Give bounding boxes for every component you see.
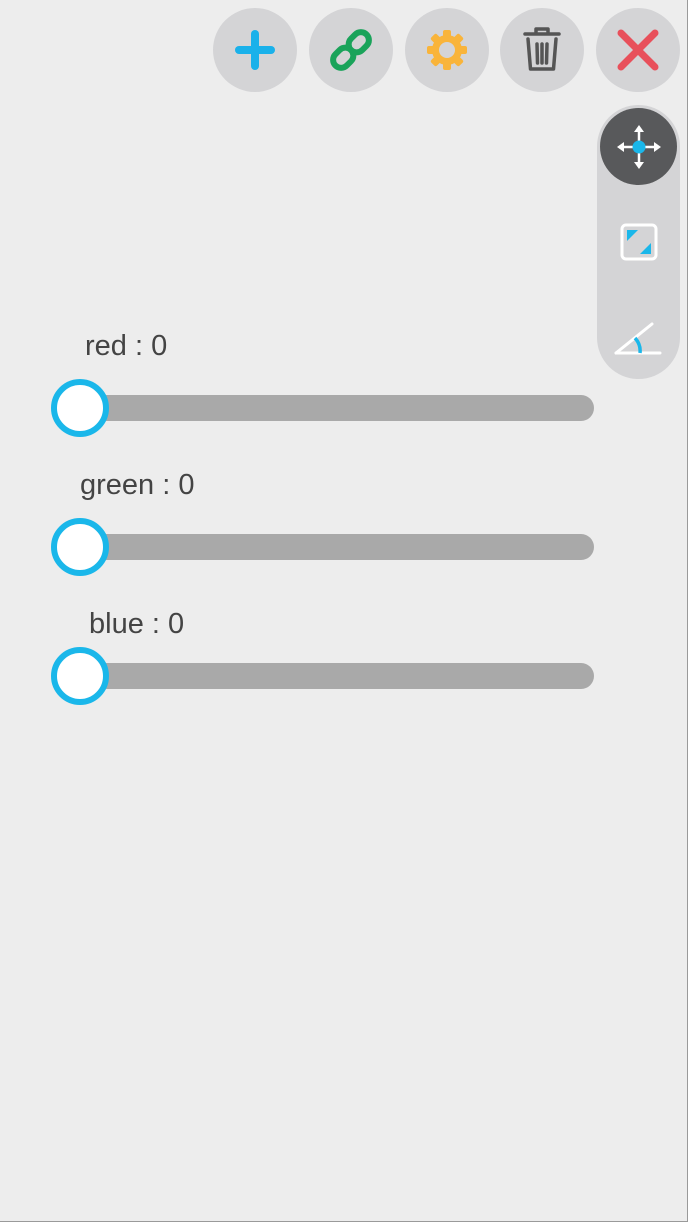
link-button[interactable] [309, 8, 393, 92]
angle-icon [614, 322, 661, 354]
red-slider[interactable] [51, 379, 594, 437]
red-slider-thumb[interactable] [51, 379, 109, 437]
move-tool-button[interactable] [600, 108, 677, 185]
resize-icon [620, 223, 657, 260]
delete-button[interactable] [500, 8, 584, 92]
red-slider-label: red : 0 [85, 330, 168, 362]
resize-tool-button[interactable] [600, 203, 677, 280]
tool-panel [597, 105, 680, 379]
close-icon [617, 29, 659, 71]
close-button[interactable] [596, 8, 680, 92]
green-slider-thumb[interactable] [51, 518, 109, 576]
move-arrows-icon [616, 124, 661, 169]
blue-slider-label: blue : 0 [89, 608, 185, 640]
add-button[interactable] [213, 8, 297, 92]
blue-slider-thumb[interactable] [51, 647, 109, 705]
plus-icon [235, 30, 275, 70]
link-icon [330, 29, 372, 71]
gear-icon [427, 30, 467, 70]
settings-button[interactable] [405, 8, 489, 92]
blue-slider[interactable] [51, 647, 594, 705]
angle-tool-button[interactable] [600, 298, 677, 375]
green-slider[interactable] [51, 518, 594, 576]
green-slider-label: green : 0 [80, 469, 195, 501]
trash-icon [523, 27, 561, 71]
